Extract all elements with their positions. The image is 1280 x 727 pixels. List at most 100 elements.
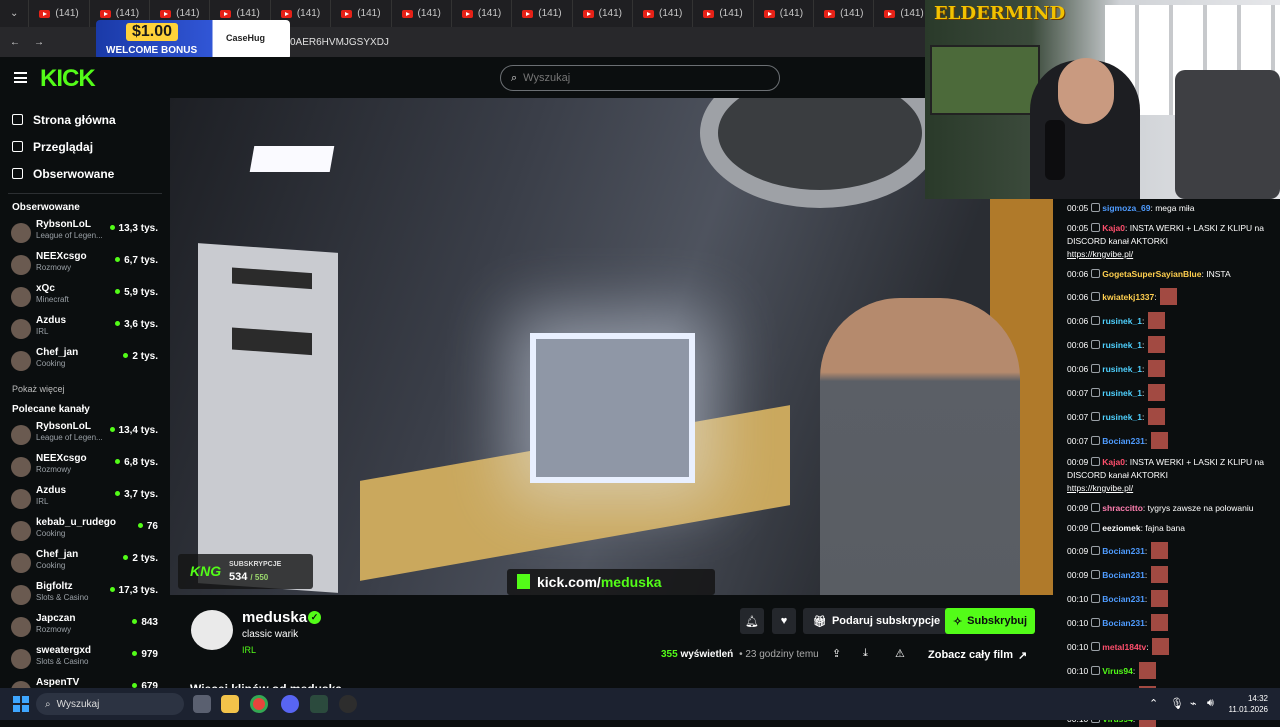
chat-user[interactable]: rusinek_1 bbox=[1102, 316, 1142, 326]
browser-tab[interactable]: (141) bbox=[874, 0, 925, 27]
volume-icon[interactable]: 🔊︎ bbox=[1207, 697, 1214, 710]
chat-user[interactable]: rusinek_1 bbox=[1102, 412, 1142, 422]
badge-icon bbox=[1091, 666, 1101, 675]
taskbar-clock[interactable]: 14:32 11.01.2026 bbox=[1228, 693, 1268, 715]
chat-time: 00:05 bbox=[1067, 203, 1089, 213]
viewer-count: 2 tys. bbox=[123, 553, 158, 564]
url-text[interactable]: 0AER6HVMJGSYXDJ bbox=[290, 37, 389, 48]
clip-category[interactable]: IRL bbox=[242, 645, 256, 655]
channel-avatar bbox=[11, 489, 31, 509]
channel-item[interactable]: RybsonLoL League of Legen... 13,3 tys. bbox=[0, 219, 170, 248]
viewer-count: 3,6 tys. bbox=[115, 319, 158, 330]
share-icon[interactable]: ⇪ bbox=[832, 647, 841, 660]
chat-user[interactable]: Virus94 bbox=[1102, 666, 1133, 676]
search-box[interactable]: ⌕ bbox=[500, 65, 780, 91]
tab-title: (141) bbox=[55, 8, 79, 19]
promo-banner[interactable]: $1.00 WELCOME BONUS CaseHug bbox=[96, 20, 290, 60]
chat-user[interactable]: Bocian231 bbox=[1102, 618, 1145, 628]
chat-user[interactable]: sigmoza_69 bbox=[1102, 203, 1150, 213]
chrome-icon[interactable] bbox=[250, 695, 268, 713]
follow-heart-icon[interactable]: ♥ bbox=[772, 608, 796, 634]
watch-full-video-button[interactable]: Zobacz cały film ↗ bbox=[920, 643, 1035, 667]
windows-start-icon[interactable] bbox=[13, 696, 29, 712]
browser-tab[interactable]: (141) bbox=[693, 0, 754, 27]
browser-tab[interactable]: (141) bbox=[452, 0, 513, 27]
browser-tab[interactable]: (141) bbox=[392, 0, 452, 27]
chat-time: 00:07 bbox=[1067, 412, 1089, 422]
browser-tab[interactable]: (141) bbox=[29, 0, 90, 27]
search-input[interactable] bbox=[523, 72, 754, 84]
tray-chevron-icon[interactable]: ⌃ bbox=[1149, 697, 1158, 710]
microphone-icon[interactable]: 🎙︎ bbox=[1170, 697, 1184, 710]
channel-item[interactable]: sweatergxd Slots & Casino 979 bbox=[0, 645, 170, 674]
sidebar-nav-item[interactable]: Strona główna bbox=[0, 106, 170, 133]
file-explorer-icon[interactable] bbox=[221, 695, 239, 713]
channel-avatar[interactable] bbox=[191, 610, 233, 650]
download-icon[interactable]: ⤓ bbox=[863, 647, 868, 660]
show-more-link[interactable]: Pokaż więcej bbox=[0, 384, 170, 394]
channel-item[interactable]: RybsonLoL League of Legen... 13,4 tys. bbox=[0, 421, 170, 450]
youtube-icon bbox=[763, 9, 775, 18]
channel-avatar bbox=[11, 425, 31, 445]
channel-category: Slots & Casino bbox=[36, 593, 89, 602]
chat-user[interactable]: eeziomek bbox=[1102, 523, 1140, 533]
browser-tab[interactable]: (141) bbox=[754, 0, 815, 27]
network-icon[interactable]: ⌁ bbox=[1190, 697, 1197, 710]
chat-user[interactable]: GogetaSuperSayianBlue bbox=[1102, 269, 1201, 279]
notification-bell-icon[interactable]: 🔔︎ bbox=[740, 608, 764, 634]
gift-sub-button[interactable]: 🎁︎ Podaruj subskrypcje bbox=[803, 608, 951, 634]
chat-link[interactable]: https://kngvibe.pl/ bbox=[1067, 249, 1133, 259]
channel-item[interactable]: Bigfoltz Slots & Casino 17,3 tys. bbox=[0, 581, 170, 610]
chat-user[interactable]: Bocian231 bbox=[1102, 546, 1145, 556]
task-view-icon[interactable] bbox=[193, 695, 211, 713]
chat-user[interactable]: shraccitto bbox=[1102, 503, 1143, 513]
sidebar-nav-item[interactable]: Obserwowane bbox=[0, 160, 170, 187]
channel-item[interactable]: Azdus IRL 3,6 tys. bbox=[0, 315, 170, 344]
back-icon[interactable]: ← bbox=[10, 37, 20, 48]
channel-item[interactable]: Chef_jan Cooking 2 tys. bbox=[0, 347, 170, 376]
channel-item[interactable]: NEEXcsgo Rozmowy 6,7 tys. bbox=[0, 251, 170, 280]
sidebar-nav-item[interactable]: Przeglądaj bbox=[0, 133, 170, 160]
chat-user[interactable]: Bocian231 bbox=[1102, 594, 1145, 604]
tab-list-icon[interactable]: ⌄ bbox=[0, 0, 30, 27]
chat-user[interactable]: metal184tv bbox=[1102, 642, 1146, 652]
chat-user[interactable]: Kaja0 bbox=[1102, 223, 1125, 233]
forward-icon[interactable]: → bbox=[34, 37, 44, 48]
webcam-head bbox=[1058, 58, 1114, 124]
browser-tab[interactable]: (141) bbox=[573, 0, 633, 27]
menu-icon[interactable] bbox=[14, 72, 27, 83]
channel-item[interactable]: NEEXcsgo Rozmowy 6,8 tys. bbox=[0, 453, 170, 482]
chat-user[interactable]: kwiatekj1337 bbox=[1102, 292, 1154, 302]
chat-user[interactable]: rusinek_1 bbox=[1102, 388, 1142, 398]
channel-item[interactable]: xQc Minecraft 5,9 tys. bbox=[0, 283, 170, 312]
channel-item[interactable]: Chef_jan Cooking 2 tys. bbox=[0, 549, 170, 578]
channel-item[interactable]: kebab_u_rudego Cooking 76 bbox=[0, 517, 170, 546]
chat-link[interactable]: https://kngvibe.pl/ bbox=[1067, 483, 1133, 493]
chat-user[interactable]: Bocian231 bbox=[1102, 436, 1145, 446]
chat-user[interactable]: rusinek_1 bbox=[1102, 364, 1142, 374]
report-icon[interactable]: ⚠ bbox=[895, 647, 905, 660]
browser-tab[interactable]: (141) bbox=[633, 0, 694, 27]
terminal-icon[interactable] bbox=[310, 695, 328, 713]
browser-tab[interactable]: (141) bbox=[512, 0, 573, 27]
subscribe-button[interactable]: ✧ Subskrybuj bbox=[945, 608, 1035, 634]
channel-category: Rozmowy bbox=[36, 625, 72, 634]
channel-name[interactable]: meduska bbox=[242, 609, 307, 626]
chat-time: 00:09 bbox=[1067, 457, 1089, 467]
taskbar-search[interactable]: ⌕ Wyszukaj bbox=[36, 693, 184, 715]
chat-message: 00:06 rusinek_1: bbox=[1067, 336, 1267, 353]
app-icon[interactable] bbox=[339, 695, 357, 713]
chat-user[interactable]: Kaja0 bbox=[1102, 457, 1125, 467]
browser-tab[interactable]: (141) bbox=[814, 0, 875, 27]
channel-item[interactable]: Azdus IRL 3,7 tys. bbox=[0, 485, 170, 514]
badge-icon bbox=[1091, 388, 1101, 397]
chat-user[interactable]: rusinek_1 bbox=[1102, 340, 1142, 350]
star-icon: ✧ bbox=[952, 615, 963, 628]
discord-icon[interactable] bbox=[281, 695, 299, 713]
kick-logo[interactable]: KICK bbox=[40, 65, 96, 93]
video-player[interactable] bbox=[170, 98, 1053, 595]
chat-user[interactable]: Bocian231 bbox=[1102, 570, 1145, 580]
browser-tab[interactable]: (141) bbox=[331, 0, 392, 27]
channel-category: Cooking bbox=[36, 359, 66, 368]
channel-item[interactable]: Japczan Rozmowy 843 bbox=[0, 613, 170, 642]
